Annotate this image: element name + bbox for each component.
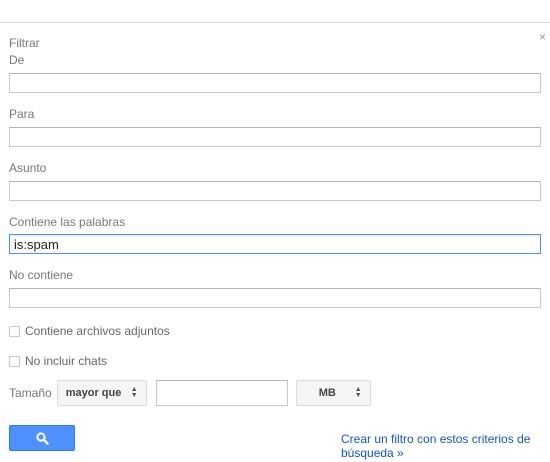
size-unit-select[interactable]: MB ▲ ▼ bbox=[295, 380, 371, 406]
subject-label: Asunto bbox=[9, 161, 47, 175]
from-field[interactable] bbox=[9, 73, 541, 93]
create-filter-link[interactable]: Crear un filtro con estos criterios de b… bbox=[341, 432, 546, 460]
has-words-field[interactable] bbox=[9, 234, 541, 254]
dialog-title: Filtrar bbox=[9, 36, 40, 50]
has-words-label: Contiene las palabras bbox=[9, 215, 126, 229]
attachments-label: Contiene archivos adjuntos bbox=[25, 324, 170, 338]
select-arrows-icon: ▲ ▼ bbox=[354, 386, 362, 399]
attachments-checkbox[interactable] bbox=[9, 325, 20, 337]
size-label: Tamaño bbox=[9, 386, 52, 400]
size-unit-value: MB bbox=[318, 387, 336, 399]
size-operator-select[interactable]: mayor que ▲ ▼ bbox=[56, 380, 147, 406]
size-row: Tamaño mayor que ▲ ▼ MB ▲ ▼ bbox=[9, 380, 371, 406]
not-words-label: No contiene bbox=[9, 268, 74, 282]
to-label: Para bbox=[9, 107, 35, 121]
size-value-input[interactable] bbox=[155, 380, 288, 406]
close-icon[interactable]: × bbox=[539, 31, 546, 43]
dialog-top-divider bbox=[0, 22, 550, 23]
subject-field[interactable] bbox=[9, 181, 541, 201]
search-button[interactable] bbox=[9, 425, 75, 451]
attachments-row[interactable]: Contiene archivos adjuntos bbox=[9, 324, 170, 338]
select-arrows-icon: ▲ ▼ bbox=[130, 386, 138, 399]
to-field[interactable] bbox=[9, 127, 541, 147]
size-operator-value: mayor que bbox=[65, 387, 122, 399]
search-icon bbox=[35, 431, 49, 445]
from-label: De bbox=[9, 53, 25, 67]
no-chats-checkbox[interactable] bbox=[9, 355, 20, 367]
no-chats-row[interactable]: No incluir chats bbox=[9, 354, 107, 368]
no-chats-label: No incluir chats bbox=[25, 354, 108, 368]
not-words-field[interactable] bbox=[9, 288, 541, 308]
